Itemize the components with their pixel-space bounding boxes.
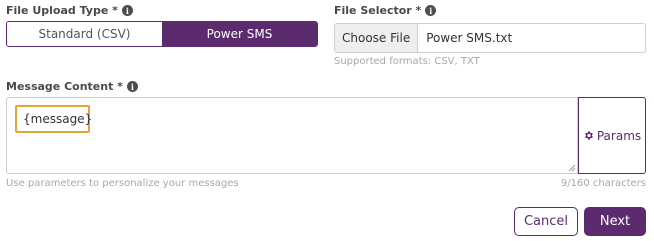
file-selector-label-text: File Selector * <box>334 4 422 17</box>
file-upload-type-label-text: File Upload Type * <box>6 4 118 17</box>
message-content-label: Message Content * i <box>6 80 138 93</box>
next-button[interactable]: Next <box>584 207 646 236</box>
character-count: 9/160 characters <box>560 178 646 189</box>
resize-handle-icon[interactable] <box>568 164 576 172</box>
info-icon[interactable]: i <box>121 5 133 16</box>
choose-file-button[interactable]: Choose File <box>335 24 419 52</box>
info-icon[interactable]: i <box>126 81 138 92</box>
message-content-label-text: Message Content * <box>6 80 123 93</box>
file-selector-label: File Selector * i <box>334 4 437 17</box>
power-sms-option[interactable]: Power SMS <box>162 22 317 46</box>
message-content-textarea[interactable]: {message} <box>6 97 578 174</box>
params-button[interactable]: Params <box>578 97 646 174</box>
file-selector-input[interactable]: Choose File Power SMS.txt <box>334 23 646 53</box>
message-hint: Use parameters to personalize your messa… <box>6 178 239 189</box>
cancel-button[interactable]: Cancel <box>514 207 578 236</box>
params-label: Params <box>596 128 642 143</box>
supported-formats-hint: Supported formats: CSV, TXT <box>334 56 480 67</box>
standard-csv-option[interactable]: Standard (CSV) <box>7 22 162 46</box>
message-text: {message} <box>15 105 92 133</box>
info-icon[interactable]: i <box>425 5 437 16</box>
selected-file-name: Power SMS.txt <box>426 31 513 45</box>
file-upload-type-label: File Upload Type * i <box>6 4 133 17</box>
file-upload-type-toggle: Standard (CSV) Power SMS <box>6 21 318 47</box>
gear-icon <box>584 131 593 140</box>
